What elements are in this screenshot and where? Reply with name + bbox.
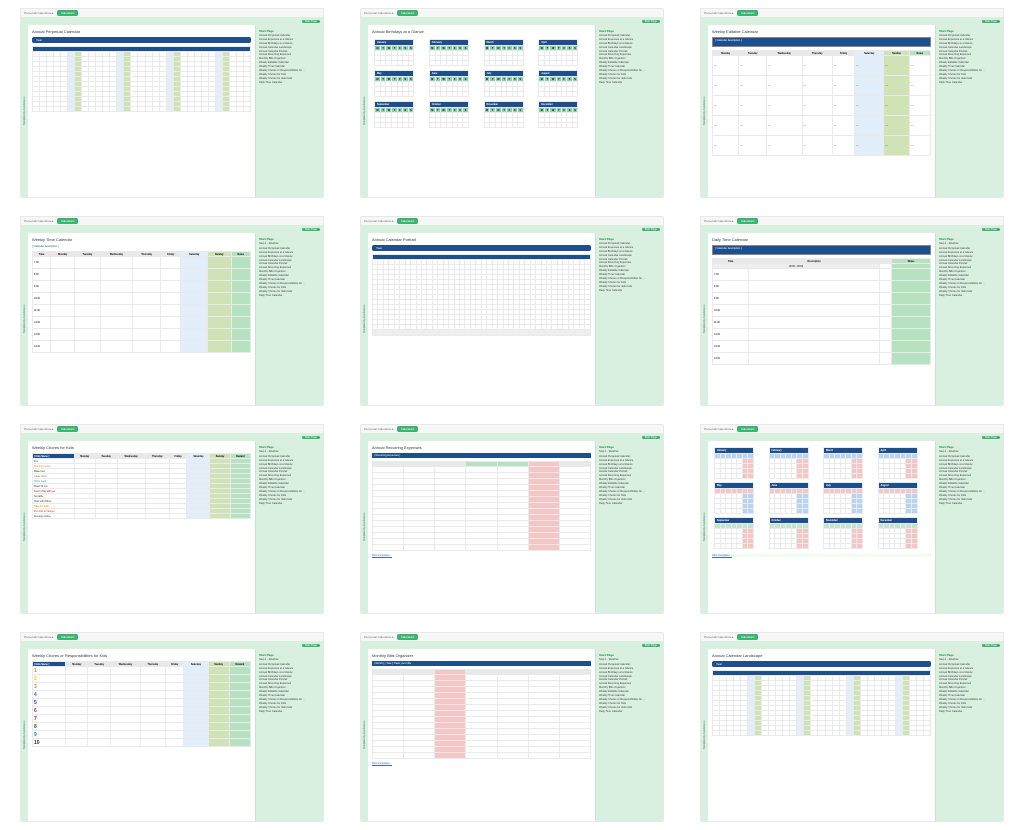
daily-table: TimeDescriptionNotes00:00 - 06:007:00 8:… [712, 258, 931, 365]
year-grid: document.write(Array.from({length:12},()… [32, 46, 251, 112]
start-page-btn: Start Page [302, 20, 320, 23]
breadcrumb: Perpetual Calendars ▸ [24, 11, 54, 15]
card-daily-time[interactable]: Perpetual Calendars ▸Calendars Start Pag… [700, 216, 1004, 406]
expenses-table: document.write(Array.from({length:14},()… [372, 461, 591, 551]
card-annual-portrait[interactable]: Perpetual Calendars ▸Calendars Start Pag… [360, 216, 664, 406]
time-table: TimeMondayTuesdayWednesdayThursdayFriday… [32, 251, 251, 353]
side-list: Annual Perpetual CalendarAnnual Expenses… [939, 455, 1000, 506]
side-list: Annual Perpetual CalendarAnnual Expenses… [259, 247, 320, 298]
card-responsibilities[interactable]: Perpetual Calendars ▸Calendars Start Pag… [20, 632, 324, 822]
side-list: Annual Perpetual CalendarAnnual Expenses… [599, 34, 660, 85]
side-list: Annual Perpetual CalendarAnnual Expenses… [599, 455, 660, 506]
side-list: Annual Perpetual CalendarAnnual Expenses… [259, 663, 320, 714]
side-list: Annual Perpetual CalendarAnnual Expenses… [599, 242, 660, 293]
side-list: Annual Perpetual CalendarAnnual Expenses… [259, 455, 320, 506]
card-weekly-time[interactable]: Perpetual Calendars ▸Calendars Start Pag… [20, 216, 324, 406]
thumbnail-grid: Perpetual Calendars ▸Calendars Start Pag… [0, 0, 1024, 830]
side-nav: Start Page Annual Perpetual CalendarAnnu… [255, 25, 323, 197]
card-annual-perpetual[interactable]: Perpetual Calendars ▸Calendars Start Pag… [20, 8, 324, 198]
side-list: Annual Perpetual CalendarAnnual Expenses… [259, 34, 320, 85]
card-monthly-bills[interactable]: Perpetual Calendars ▸Calendars Start Pag… [360, 632, 664, 822]
card-chores-kids[interactable]: Perpetual Calendars ▸Calendars Start Pag… [20, 424, 324, 614]
side-list: Annual Perpetual CalendarAnnual Expenses… [939, 247, 1000, 298]
link: https://templates… [372, 762, 591, 765]
side-list: Annual Perpetual CalendarAnnual Expenses… [939, 663, 1000, 714]
week-table: MondayTuesdayWednesdayThursdayFridaySatu… [712, 50, 931, 156]
card-recurring-expenses[interactable]: Perpetual Calendars ▸Calendars Start Pag… [360, 424, 664, 614]
card-weekly-editable[interactable]: Perpetual Calendars ▸Calendars Start Pag… [700, 8, 1004, 198]
card-year-mini[interactable]: Perpetual Calendars ▸Calendars Start Pag… [700, 424, 1004, 614]
side-list: Annual Perpetual CalendarAnnual Expenses… [599, 663, 660, 714]
template-by: Template by Automate.io [21, 25, 28, 197]
chores-table: [ Kids Name ]MondayTuesdayWednesdayThurs… [32, 453, 251, 519]
bills-table: document.write(Array.from({length:14},()… [372, 669, 591, 759]
card-annual-landscape[interactable]: Perpetual Calendars ▸Calendars Start Pag… [700, 632, 1004, 822]
mini-months: JanuaryMTWTFSS FebruaryMTWTFSS MarchMTWT… [372, 37, 591, 130]
tab-calendars: Calendars [57, 10, 79, 16]
mini-months: January February March April May [712, 445, 931, 551]
year-pill: Year [32, 37, 251, 43]
card-birthdays[interactable]: Perpetual Calendars ▸Calendars Start Pag… [360, 8, 664, 198]
numbers-table: [ Kids Name ]MondayTuesdayWednesdayThurs… [32, 661, 251, 747]
card-title: Annual Perpetual Calendar [32, 29, 251, 34]
landscape-grid: document.write(Array.from({length:12},()… [712, 670, 931, 736]
link: https://templates… [372, 554, 591, 557]
portrait-grid: document.write(Array.from({length:14},()… [372, 254, 591, 336]
side-list: Annual Perpetual CalendarAnnual Expenses… [939, 34, 1000, 85]
link: https://templates… [712, 554, 931, 557]
